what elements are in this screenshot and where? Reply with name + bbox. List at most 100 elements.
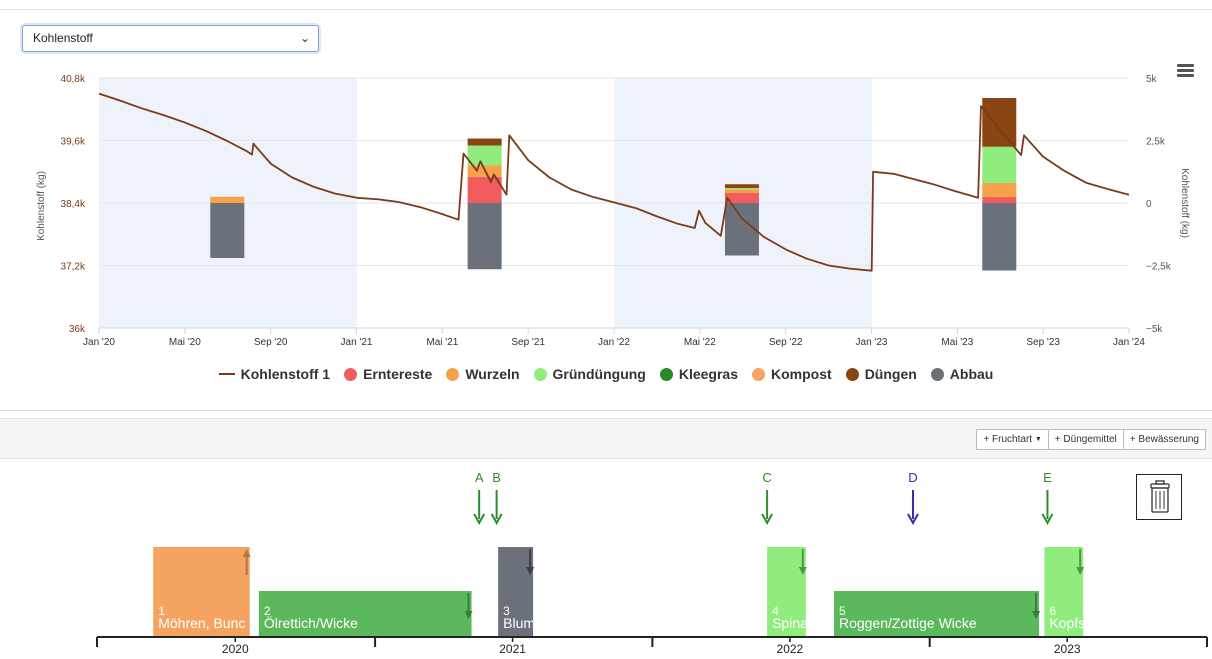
x-tick-label: Mai '23	[941, 337, 973, 348]
crop-block[interactable]: 5Roggen/Zottige Wicke	[833, 591, 1041, 637]
y-right-tick-label: −2,5k	[1146, 262, 1172, 273]
x-tick-label: Jan '24	[1113, 337, 1145, 348]
legend-item[interactable]: Gründüngung	[533, 366, 646, 382]
legend-label: Kohlenstoff 1	[240, 366, 331, 382]
legend-item[interactable]: Wurzeln	[446, 366, 520, 382]
legend-label: Kleegras	[678, 366, 739, 382]
hamburger-menu-icon[interactable]	[1177, 64, 1194, 78]
crop-name: Kopfs	[1049, 615, 1085, 631]
section-divider	[0, 410, 1212, 411]
bar-segment	[210, 196, 245, 203]
y-right-axis-title: Kohlenstoff (kg)	[1179, 168, 1190, 238]
legend-label: Kompost	[771, 366, 832, 382]
x-tick-label: Jan '21	[341, 337, 373, 348]
add-duengemittel-button[interactable]: + Düngemittel	[1048, 429, 1124, 450]
bar-segment	[467, 203, 502, 270]
marker-label: A	[475, 470, 484, 485]
bar-segment	[982, 203, 1017, 271]
y-right-tick-label: −5k	[1146, 324, 1163, 335]
add-button-group: + Fruchtart ▼ + Düngemittel + Bewässerun…	[976, 429, 1206, 450]
year-label: 2021	[499, 642, 526, 656]
crop-block[interactable]: 1Möhren, Bunc	[153, 547, 251, 637]
marker-label: D	[908, 470, 917, 485]
x-tick-label: Jan '20	[83, 337, 115, 348]
legend-item[interactable]: Kleegras	[659, 366, 739, 382]
legend-label: Erntereste	[363, 366, 433, 382]
bar-segment	[724, 188, 759, 190]
x-tick-label: Sep '23	[1026, 337, 1060, 348]
crop-name: Blum	[503, 615, 535, 631]
legend-label: Düngen	[864, 366, 917, 382]
event-marker[interactable]: E	[1041, 470, 1054, 526]
y-left-tick-label: 38,4k	[61, 199, 86, 210]
legend-dot-symbol	[659, 367, 673, 381]
legend-item[interactable]: Erntereste	[344, 366, 432, 382]
add-bewaesserung-label: + Bewässerung	[1129, 434, 1199, 445]
y-right-tick-label: 0	[1146, 199, 1152, 210]
event-marker[interactable]: C	[761, 470, 773, 526]
x-tick-label: Jan '22	[598, 337, 630, 348]
trash-icon	[1150, 480, 1170, 513]
bar-segment	[982, 183, 1017, 197]
legend-item[interactable]: Kohlenstoff 1	[218, 366, 331, 382]
y-right-tick-label: 2,5k	[1146, 137, 1166, 148]
bar-segment	[982, 98, 1017, 147]
add-bewaesserung-button[interactable]: + Bewässerung	[1123, 429, 1206, 450]
bar-segment	[724, 189, 759, 193]
event-marker[interactable]: B	[490, 470, 503, 526]
legend-label: Wurzeln	[465, 366, 520, 382]
add-duengemittel-label: + Düngemittel	[1054, 434, 1117, 445]
legend-dot-symbol	[344, 367, 358, 381]
legend-dot-symbol	[533, 367, 547, 381]
trash-dropzone[interactable]	[1136, 474, 1182, 520]
crop-block[interactable]: 4Spina	[767, 547, 808, 637]
crop-name: Ölrettich/Wicke	[264, 614, 358, 631]
event-marker[interactable]: A	[473, 470, 486, 526]
year-label: 2022	[777, 642, 804, 656]
x-tick-label: Sep '21	[511, 337, 545, 348]
legend-label: Abbau	[949, 366, 994, 382]
x-tick-label: Sep '20	[254, 337, 288, 348]
y-left-axis-title: Kohlenstoff (kg)	[36, 171, 47, 241]
crop-block[interactable]: 6Kopfs	[1044, 547, 1085, 637]
event-marker[interactable]: D	[907, 470, 919, 526]
y-left-tick-label: 39,6k	[61, 137, 86, 148]
legend-dot-symbol	[752, 367, 766, 381]
y-left-tick-label: 36k	[69, 324, 86, 335]
bar-segment	[982, 196, 1017, 203]
x-tick-label: Mai '21	[426, 337, 458, 348]
chart-legend: Kohlenstoff 1 Erntereste Wurzeln Gründüngun…	[0, 363, 1212, 385]
legend-label: Gründüngung	[552, 366, 646, 382]
bar-segment	[467, 138, 502, 146]
legend-line-symbol	[218, 373, 235, 375]
bar-segment	[982, 146, 1017, 183]
crop-name: Spina	[772, 615, 808, 631]
bar-segment	[467, 176, 502, 203]
marker-label: C	[762, 470, 771, 485]
carbon-chart: 40,8k39,6k38,4k37,2k36k5k2,5k0−2,5k−5kJa…	[36, 74, 1190, 348]
marker-label: E	[1043, 470, 1052, 485]
crop-name: Roggen/Zottige Wicke	[839, 615, 977, 631]
legend-item[interactable]: Düngen	[845, 366, 917, 382]
year-label: 2020	[222, 642, 249, 656]
x-tick-label: Sep '22	[769, 337, 803, 348]
add-fruchtart-button[interactable]: + Fruchtart ▼	[976, 429, 1049, 450]
add-fruchtart-label: + Fruchtart	[983, 434, 1033, 445]
y-left-tick-label: 40,8k	[61, 74, 86, 85]
crop-block[interactable]: 2Ölrettich/Wicke	[258, 591, 473, 637]
legend-item[interactable]: Kompost	[752, 366, 832, 382]
y-left-tick-label: 37,2k	[61, 262, 86, 273]
crop-name: Möhren, Bunc	[158, 615, 245, 631]
legend-dot-symbol	[930, 367, 944, 381]
x-tick-label: Jan '23	[856, 337, 888, 348]
y-right-tick-label: 5k	[1146, 74, 1158, 85]
legend-item[interactable]: Abbau	[930, 366, 994, 382]
bar-segment	[467, 145, 502, 166]
crop-block[interactable]: 3Blum	[498, 547, 535, 637]
timeline-toolbar: + Fruchtart ▼ + Düngemittel + Bewässerun…	[0, 418, 1212, 459]
x-tick-label: Mai '22	[684, 337, 716, 348]
legend-dot-symbol	[845, 367, 859, 381]
x-tick-label: Mai '20	[169, 337, 201, 348]
crop-rotation-timeline: 1Möhren, Bunc2Ölrettich/Wicke 3Blum 4Spina…	[96, 470, 1208, 656]
marker-label: B	[492, 470, 501, 485]
